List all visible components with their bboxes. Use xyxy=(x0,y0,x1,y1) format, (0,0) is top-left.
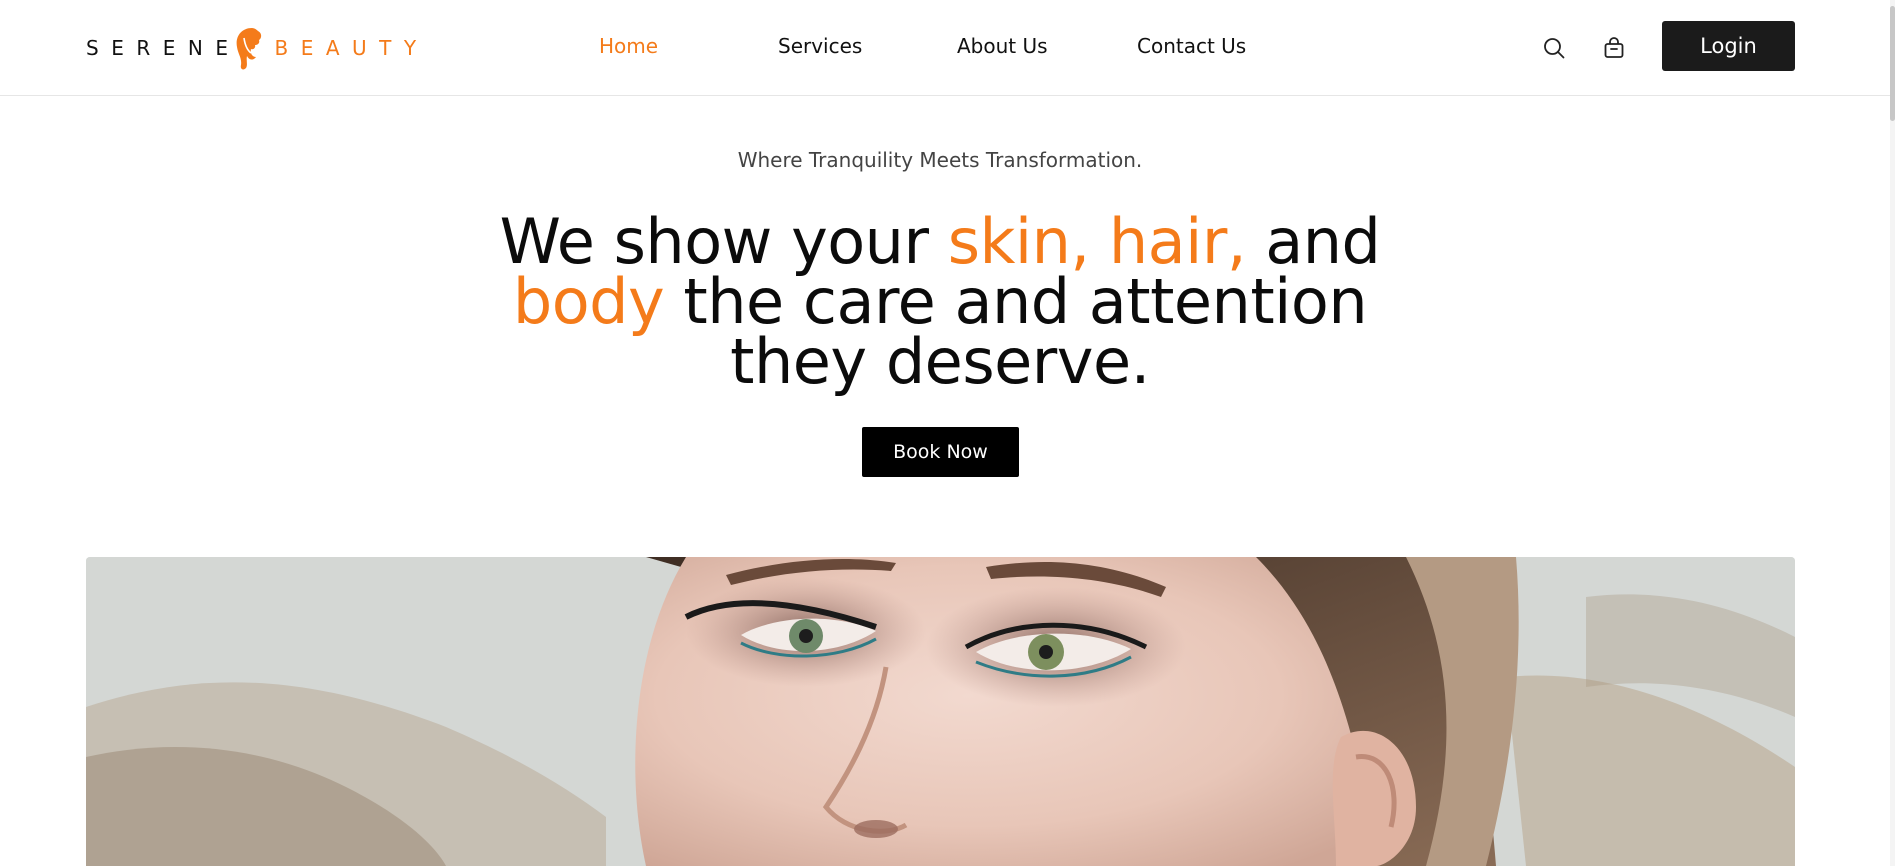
page-scrollbar[interactable] xyxy=(1890,0,1895,866)
hero-tagline: Where Tranquility Meets Transformation. xyxy=(737,148,1143,172)
nav-item-home[interactable]: Home xyxy=(599,34,658,58)
headline-accent-body: body xyxy=(512,265,665,338)
headline-part-4: they deserve. xyxy=(730,325,1150,398)
shopping-bag-icon xyxy=(1604,37,1624,58)
nav-item-about-us[interactable]: About Us xyxy=(957,34,1048,58)
brand-name-left: SERENE xyxy=(86,36,241,60)
brand-logo[interactable]: SERENE BEAUTY xyxy=(86,20,429,76)
search-icon xyxy=(1544,38,1565,59)
site-header: SERENE BEAUTY Home Services About Us Con… xyxy=(0,0,1895,96)
hero-headline: We show your skin, hair, and body the ca… xyxy=(440,211,1440,393)
hero-image xyxy=(86,557,1795,866)
login-button[interactable]: Login xyxy=(1662,21,1795,71)
book-now-button[interactable]: Book Now xyxy=(862,427,1019,477)
brand-name-right: BEAUTY xyxy=(274,36,429,60)
woman-hair-silhouette-icon xyxy=(237,28,262,70)
nav-item-contact-us[interactable]: Contact Us xyxy=(1137,34,1246,58)
nav-item-services[interactable]: Services xyxy=(778,34,862,58)
cart-button[interactable] xyxy=(1596,30,1632,66)
hero-portrait-illustration xyxy=(86,557,1795,866)
search-button[interactable] xyxy=(1536,30,1572,66)
scrollbar-thumb[interactable] xyxy=(1890,6,1895,121)
